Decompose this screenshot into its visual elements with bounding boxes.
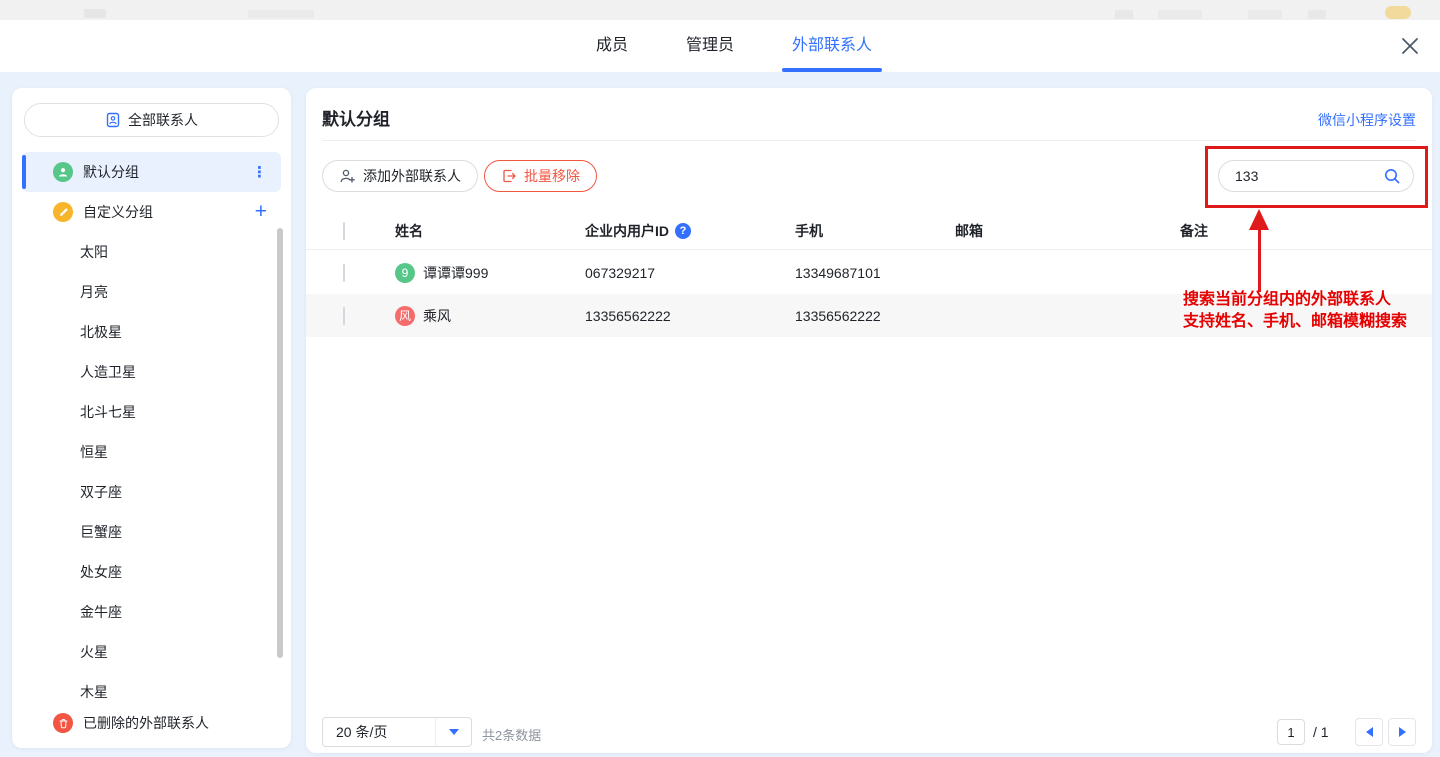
tab-external-contacts-label: 外部联系人 — [792, 37, 872, 54]
custom-group-label: 自定义分组 — [83, 202, 153, 222]
default-group-label: 默认分组 — [83, 162, 139, 182]
more-options-icon[interactable]: ⋮ — [252, 163, 267, 181]
sidebar-group-item[interactable]: 双子座 — [22, 472, 262, 512]
prev-page-button[interactable] — [1355, 718, 1383, 746]
sidebar-group-item[interactable]: 北极星 — [22, 312, 262, 352]
sidebar-group-item[interactable]: 北斗七星 — [22, 392, 262, 432]
close-icon[interactable] — [1398, 34, 1422, 58]
table-row[interactable]: 9 谭谭谭999 067329217 13349687101 — [306, 251, 1432, 294]
dim-shape — [1385, 6, 1411, 19]
arrow-left-icon — [1366, 727, 1373, 737]
annotation-text: 搜索当前分组内的外部联系人 支持姓名、手机、邮箱模糊搜索 — [1183, 289, 1407, 333]
contact-name: 谭谭谭999 — [423, 263, 488, 283]
sidebar-group-item[interactable]: 人造卫星 — [22, 352, 262, 392]
annotation-line-2: 支持姓名、手机、邮箱模糊搜索 — [1183, 311, 1407, 333]
tab-external-contacts[interactable]: 外部联系人 — [792, 20, 872, 72]
total-pages-label: / 1 — [1313, 724, 1329, 740]
header-user-id: 企业内用户ID ? — [585, 221, 795, 241]
main-panel: 默认分组 微信小程序设置 添加外部联系人 批量移除 姓名 企业 — [306, 88, 1432, 753]
dim-shape — [1308, 10, 1326, 19]
sidebar-item-deleted-contacts[interactable]: 已删除的外部联系人 — [22, 703, 281, 743]
pencil-icon — [53, 202, 73, 222]
dim-shape — [1158, 10, 1202, 19]
dim-shape — [1115, 10, 1133, 19]
contact-user-id: 13356562222 — [585, 308, 795, 324]
arrow-right-icon — [1399, 727, 1406, 737]
page-size-select[interactable]: 20 条/页 — [322, 717, 472, 747]
header-email: 邮箱 — [955, 221, 1180, 241]
avatar: 风 — [395, 306, 415, 326]
sidebar-group-item[interactable]: 火星 — [22, 632, 262, 672]
sidebar-group-item[interactable]: 月亮 — [22, 272, 262, 312]
add-external-contact-button[interactable]: 添加外部联系人 — [322, 160, 478, 192]
next-page-button[interactable] — [1388, 718, 1416, 746]
divider — [322, 140, 1416, 141]
external-contacts-modal: 成员 管理员 外部联系人 全部联系人 默认分组 ⋮ 自定义 — [0, 0, 1440, 757]
wechat-miniprogram-settings-link[interactable]: 微信小程序设置 — [1318, 110, 1416, 130]
contact-user-id: 067329217 — [585, 265, 795, 281]
annotation-line-1: 搜索当前分组内的外部联系人 — [1183, 289, 1407, 311]
select-all-checkbox[interactable] — [343, 222, 345, 240]
row-checkbox[interactable] — [343, 307, 345, 325]
sidebar-group-item[interactable]: 巨蟹座 — [22, 512, 262, 552]
batch-remove-label: 批量移除 — [524, 166, 580, 186]
contact-phone: 13349687101 — [795, 265, 955, 281]
sidebar-group-item[interactable]: 金牛座 — [22, 592, 262, 632]
header-phone: 手机 — [795, 221, 955, 241]
dim-shape — [248, 10, 314, 18]
search-box — [1218, 160, 1414, 192]
sidebar-group-item[interactable]: 处女座 — [22, 552, 262, 592]
remove-export-icon — [501, 168, 517, 184]
search-icon[interactable] — [1383, 167, 1401, 185]
dim-shape — [84, 9, 106, 18]
batch-remove-button[interactable]: 批量移除 — [484, 160, 597, 192]
selected-indicator-bar — [22, 155, 26, 189]
chevron-down-icon — [435, 718, 471, 746]
active-tab-underline — [782, 68, 882, 72]
header-name: 姓名 — [395, 221, 585, 241]
row-checkbox[interactable] — [343, 264, 345, 282]
avatar: 9 — [395, 263, 415, 283]
add-external-contact-label: 添加外部联系人 — [363, 166, 461, 186]
contact-book-icon — [105, 112, 121, 128]
sidebar-group-item[interactable]: 恒星 — [22, 432, 262, 472]
person-icon — [53, 162, 73, 182]
tab-members[interactable]: 成员 — [596, 20, 628, 72]
tab-admins[interactable]: 管理员 — [686, 20, 734, 72]
contact-phone: 13356562222 — [795, 308, 955, 324]
page-size-value: 20 条/页 — [323, 722, 435, 742]
sidebar-item-default-group[interactable]: 默认分组 ⋮ — [22, 152, 281, 192]
all-contacts-button[interactable]: 全部联系人 — [24, 103, 279, 137]
add-group-icon[interactable]: + — [255, 202, 267, 222]
trash-icon — [53, 713, 73, 733]
modal-header: 成员 管理员 外部联系人 — [0, 20, 1440, 72]
sidebar: 全部联系人 默认分组 ⋮ 自定义分组 + 太阳 月亮 北极星 人造卫星 北斗七星… — [12, 88, 291, 748]
search-input[interactable] — [1235, 168, 1383, 184]
deleted-contacts-label: 已删除的外部联系人 — [83, 713, 209, 733]
all-contacts-label: 全部联系人 — [128, 110, 198, 130]
contact-name: 乘风 — [423, 306, 451, 326]
annotation-arrow-icon — [1249, 209, 1269, 230]
dim-shape — [1248, 10, 1282, 19]
header-remark: 备注 — [1180, 221, 1432, 241]
person-add-icon — [339, 168, 356, 184]
sidebar-scrollbar[interactable] — [277, 228, 283, 658]
total-count-label: 共2条数据 — [482, 725, 541, 744]
sidebar-group-item[interactable]: 太阳 — [22, 232, 262, 272]
current-page-input[interactable]: 1 — [1277, 719, 1305, 745]
dimmed-page-strip — [0, 0, 1440, 20]
help-icon[interactable]: ? — [675, 223, 691, 239]
annotation-arrow-shaft — [1258, 228, 1261, 292]
page-title: 默认分组 — [322, 105, 390, 130]
tab-bar: 成员 管理员 外部联系人 — [596, 20, 872, 72]
sidebar-item-custom-group[interactable]: 自定义分组 + — [22, 192, 281, 232]
